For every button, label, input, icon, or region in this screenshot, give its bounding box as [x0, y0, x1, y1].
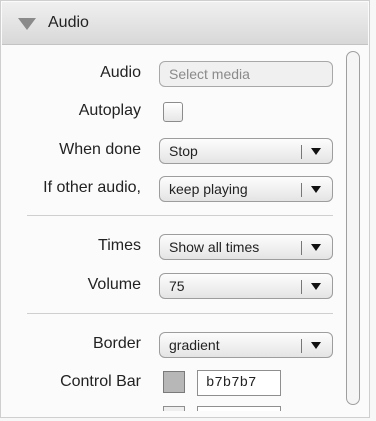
panel-header[interactable]: Audio	[2, 2, 368, 45]
select-media-placeholder: Select media	[169, 66, 250, 82]
chevron-down-icon	[311, 342, 321, 349]
select-separator	[301, 339, 302, 353]
triangle-down-icon[interactable]	[18, 18, 36, 30]
section-divider	[27, 313, 333, 314]
control-bar-color-input[interactable]: b7b7b7	[197, 370, 281, 396]
control-bar-color-swatch[interactable]	[163, 371, 185, 393]
times-value: Show all times	[169, 239, 260, 255]
select-media-input[interactable]: Select media	[159, 61, 333, 87]
volume-value: 75	[169, 278, 185, 294]
times-label: Times	[98, 237, 141, 254]
select-separator	[301, 241, 302, 255]
chevron-down-icon	[311, 186, 321, 193]
select-separator	[301, 145, 302, 159]
border-select[interactable]: gradient	[159, 332, 333, 358]
chevron-down-icon	[311, 244, 321, 251]
audio-label: Audio	[100, 64, 141, 81]
vertical-scrollbar[interactable]	[346, 51, 360, 405]
chevron-down-icon	[311, 148, 321, 155]
partial-color-swatch[interactable]	[163, 406, 185, 411]
select-separator	[301, 183, 302, 197]
when-done-value: Stop	[169, 143, 198, 159]
border-value: gradient	[169, 337, 220, 353]
if-other-audio-select[interactable]: keep playing	[159, 176, 333, 202]
autoplay-checkbox[interactable]	[163, 102, 183, 122]
if-other-audio-value: keep playing	[169, 181, 248, 197]
panel-title: Audio	[48, 14, 89, 31]
partial-color-input[interactable]	[197, 406, 281, 411]
when-done-select[interactable]: Stop	[159, 138, 333, 164]
section-divider	[27, 215, 333, 216]
volume-label: Volume	[87, 276, 141, 293]
audio-panel: Audio Audio Select media Autoplay When d…	[0, 0, 370, 418]
control-bar-label: Control Bar	[60, 373, 141, 390]
volume-select[interactable]: 75	[159, 273, 333, 299]
if-other-audio-label: If other audio,	[43, 179, 141, 196]
border-label: Border	[92, 335, 141, 352]
select-separator	[301, 280, 302, 294]
autoplay-label: Autoplay	[78, 102, 141, 119]
chevron-down-icon	[311, 283, 321, 290]
when-done-label: When done	[59, 141, 141, 158]
times-select[interactable]: Show all times	[159, 234, 333, 260]
control-bar-color-value: b7b7b7	[206, 375, 257, 391]
